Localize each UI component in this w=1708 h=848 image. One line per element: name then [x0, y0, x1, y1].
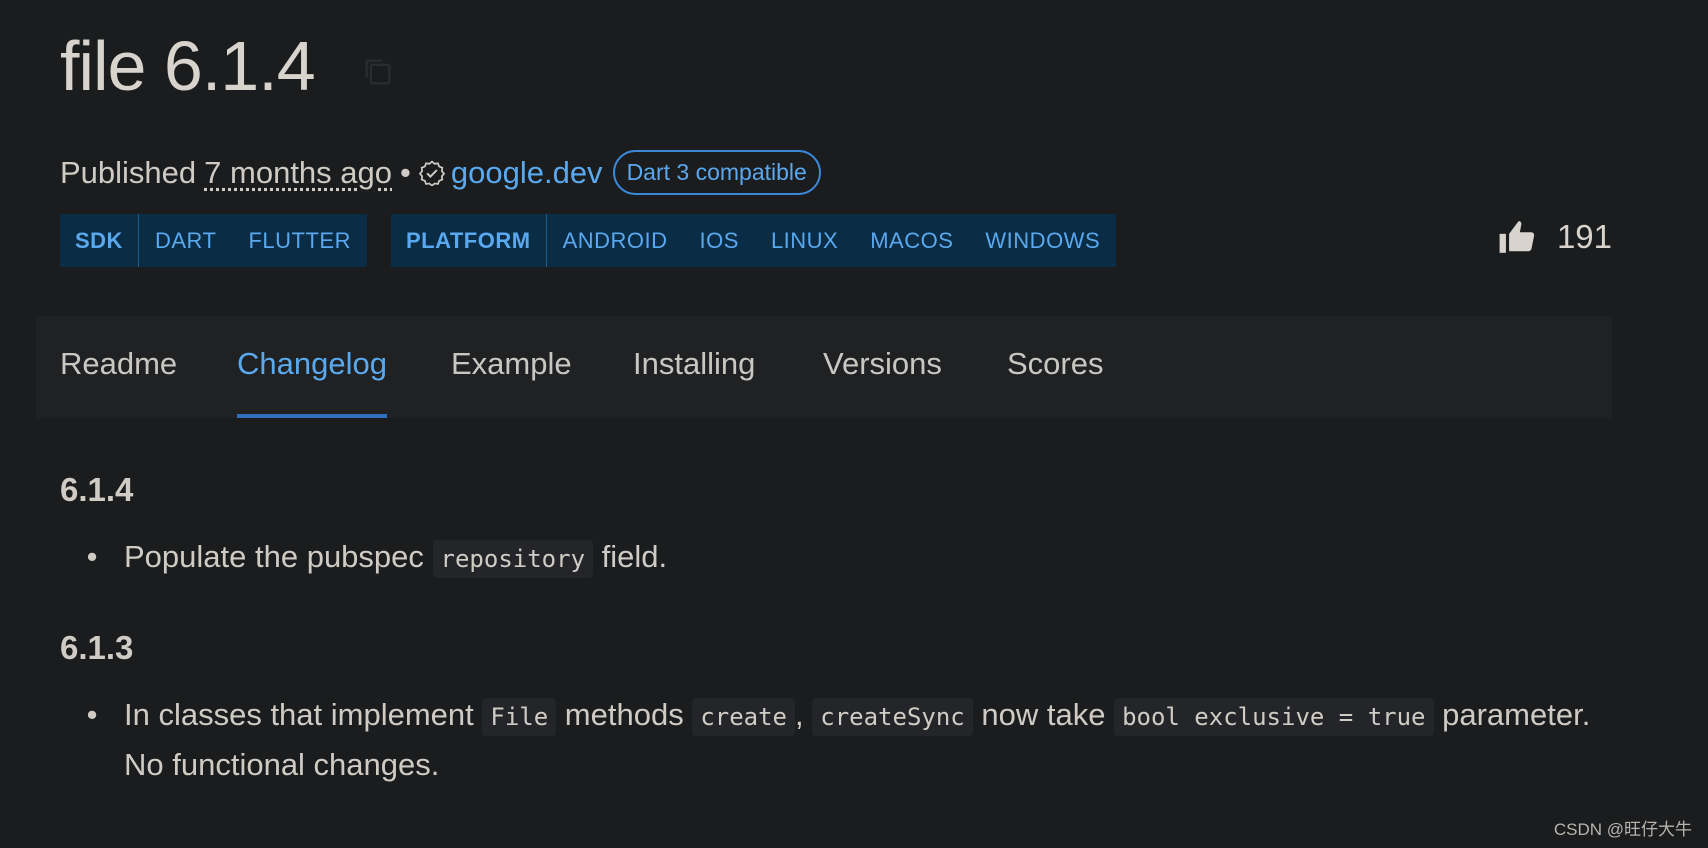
- dart3-compatible-badge[interactable]: Dart 3 compatible: [612, 150, 821, 195]
- entry-text-part: In classes that implement: [124, 697, 483, 732]
- tab-readme[interactable]: Readme: [60, 316, 177, 418]
- inline-code: File: [482, 698, 557, 736]
- inline-code: repository: [432, 540, 594, 578]
- changelog-version-heading: 6.1.4: [60, 471, 134, 508]
- copy-icon[interactable]: [361, 55, 395, 89]
- platform-tag-linux[interactable]: LINUX: [755, 214, 854, 267]
- entry-text-part: methods: [556, 697, 693, 732]
- tab-changelog[interactable]: Changelog: [237, 316, 387, 418]
- entry-text: Populate the pubspec repository field.: [124, 533, 667, 583]
- page: file 6.1.4 Published 7 months ago • goog…: [0, 0, 1708, 848]
- like-count: 191: [1556, 218, 1612, 255]
- platform-tag-windows[interactable]: WINDOWS: [969, 214, 1116, 267]
- thumbs-up-icon[interactable]: [1497, 218, 1537, 256]
- package-title: file 6.1.4: [60, 27, 316, 105]
- verified-publisher-icon: [418, 159, 445, 186]
- tab-scores[interactable]: Scores: [1007, 316, 1103, 418]
- tab-versions[interactable]: Versions: [823, 316, 942, 418]
- published-time: 7 months ago: [204, 154, 393, 190]
- tab-installing[interactable]: Installing: [633, 316, 755, 418]
- platform-tag-macos[interactable]: MACOS: [854, 214, 969, 267]
- tab-bar: Readme Changelog Example Installing Vers…: [36, 316, 1612, 418]
- entry-text-part: now take: [972, 697, 1115, 732]
- sdk-tag-dart[interactable]: DART: [139, 214, 233, 267]
- publish-meta: Published 7 months ago • google.dev Dart…: [60, 150, 821, 195]
- platform-tag-ios[interactable]: IOS: [684, 214, 755, 267]
- changelog-entry: • In classes that implement File methods…: [60, 691, 1620, 789]
- changelog-content: 6.1.4 • Populate the pubspec repository …: [60, 460, 1620, 789]
- changelog-version-heading: 6.1.3: [60, 629, 134, 666]
- watermark: CSDN @旺仔大牛: [1553, 820, 1692, 839]
- sdk-tags: SDK DART FLUTTER: [60, 214, 367, 267]
- title-row: file 6.1.4: [60, 22, 395, 110]
- entry-text-part: Populate the pubspec: [124, 539, 433, 574]
- entry-text-part: field.: [593, 539, 668, 574]
- entry-text: In classes that implement File methods c…: [124, 691, 1620, 789]
- sdk-tag-flutter[interactable]: FLUTTER: [232, 214, 367, 267]
- tab-example[interactable]: Example: [451, 316, 572, 418]
- likes: 191: [1497, 218, 1612, 256]
- entry-text-part: ,: [795, 697, 813, 732]
- publisher-link[interactable]: google.dev: [451, 155, 603, 191]
- sdk-tag-label[interactable]: SDK: [60, 214, 139, 267]
- meta-separator: •: [400, 154, 411, 190]
- inline-code: createSync: [812, 698, 973, 736]
- changelog-entry: • Populate the pubspec repository field.: [60, 533, 1620, 583]
- inline-code: create: [692, 698, 796, 736]
- published-label: Published: [60, 154, 197, 190]
- platform-tag-android[interactable]: ANDROID: [547, 214, 684, 267]
- bullet-icon: •: [86, 539, 98, 574]
- bullet-icon: •: [86, 697, 98, 732]
- platform-tag-label[interactable]: PLATFORM: [391, 214, 547, 267]
- inline-code: bool exclusive = true: [1114, 698, 1434, 736]
- platform-tags: PLATFORM ANDROID IOS LINUX MACOS WINDOWS: [391, 214, 1117, 267]
